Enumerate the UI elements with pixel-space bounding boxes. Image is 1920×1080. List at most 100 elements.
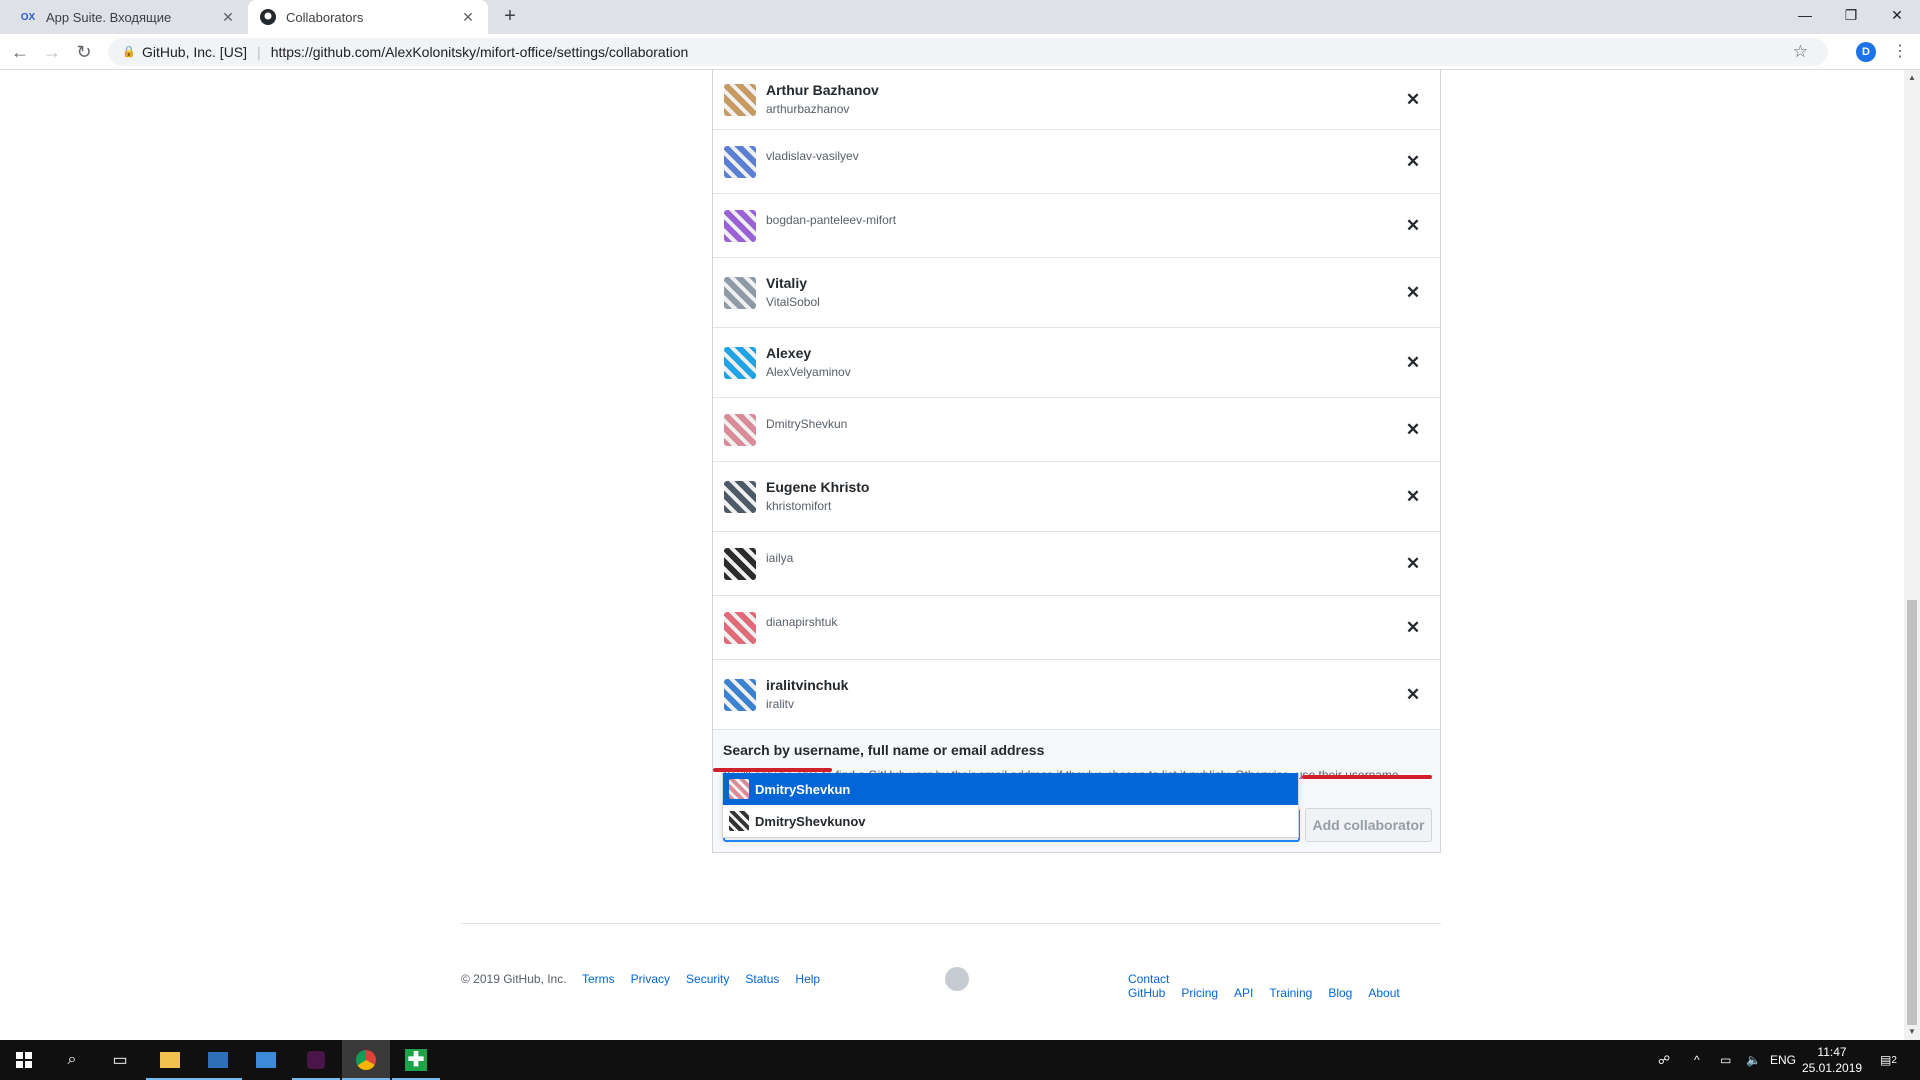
address-bar[interactable]: 🔒 GitHub, Inc. [US] | https://github.com… <box>108 38 1828 66</box>
add-collaborator-button[interactable]: Add collaborator <box>1305 808 1432 842</box>
people-icon[interactable]: ☍ <box>1658 1040 1670 1080</box>
back-icon[interactable]: ← <box>8 40 32 64</box>
remove-collaborator-icon[interactable]: ✕ <box>1404 618 1422 637</box>
avatar[interactable] <box>724 678 756 711</box>
collaborator-full-name[interactable]: Alexey <box>766 344 1440 363</box>
annotation-underline <box>713 768 832 772</box>
remove-collaborator-icon[interactable]: ✕ <box>1404 353 1422 372</box>
avatar[interactable] <box>724 276 756 309</box>
footer-link[interactable]: Terms <box>582 972 615 986</box>
scroll-thumb[interactable] <box>1907 600 1917 1025</box>
profile-avatar[interactable]: D <box>1856 42 1876 62</box>
collaborator-login[interactable]: arthurbazhanov <box>766 100 1440 118</box>
footer-link[interactable]: Training <box>1269 986 1312 1000</box>
collaborator-full-name[interactable]: iralitvinchuk <box>766 676 1440 695</box>
divider: | <box>257 44 261 60</box>
avatar[interactable] <box>724 83 756 116</box>
forward-icon[interactable]: → <box>40 40 64 64</box>
collaborator-row: DmitryShevkun ✕ <box>713 398 1440 462</box>
avatar[interactable] <box>724 413 756 446</box>
footer-link[interactable]: Status <box>745 972 779 986</box>
notifications-icon[interactable]: ▤ 2 <box>1880 1040 1897 1080</box>
task-view-icon[interactable]: ▭ <box>96 1040 144 1080</box>
collaborator-login[interactable]: iralitv <box>766 695 1440 713</box>
collaborator-full-name[interactable]: Vitaliy <box>766 274 1440 293</box>
remove-collaborator-icon[interactable]: ✕ <box>1404 216 1422 235</box>
clock[interactable]: 11:47 25.01.2019 <box>1802 1044 1862 1076</box>
autocomplete-item[interactable]: DmitryShevkunov <box>723 805 1298 837</box>
scroll-down-icon[interactable]: ▼ <box>1904 1024 1920 1040</box>
collaborator-login[interactable]: VitalSobol <box>766 293 1440 311</box>
avatar[interactable] <box>724 611 756 644</box>
window-close-button[interactable]: ✕ <box>1874 0 1920 30</box>
footer-link[interactable]: API <box>1234 986 1253 1000</box>
footer-link[interactable]: Security <box>686 972 729 986</box>
close-icon[interactable]: ✕ <box>220 9 236 25</box>
start-windows-icon[interactable] <box>0 1040 48 1080</box>
autocomplete-item[interactable]: DmitryShevkun <box>723 773 1298 805</box>
tab-app-suite[interactable]: OX App Suite. Входящие ✕ <box>8 0 248 34</box>
network-icon[interactable]: ▭ <box>1720 1040 1731 1080</box>
avatar <box>729 811 749 831</box>
remove-collaborator-icon[interactable]: ✕ <box>1404 487 1422 506</box>
remove-collaborator-icon[interactable]: ✕ <box>1404 90 1422 109</box>
browser-toolbar: ← → ↻ 🔒 GitHub, Inc. [US] | https://gith… <box>0 34 1920 70</box>
remove-collaborator-icon[interactable]: ✕ <box>1404 685 1422 704</box>
collaborator-login[interactable]: AlexVelyaminov <box>766 363 1440 381</box>
tab-collaborators[interactable]: Collaborators ✕ <box>248 0 488 34</box>
volume-icon[interactable]: 🔈 <box>1746 1040 1761 1080</box>
remove-collaborator-icon[interactable]: ✕ <box>1404 283 1422 302</box>
collaborator-login[interactable]: khristomifort <box>766 497 1440 515</box>
collaborator-names: Arthur Bazhanov arthurbazhanov <box>766 81 1440 118</box>
collaborator-names: Eugene Khristo khristomifort <box>766 478 1440 515</box>
github-logo-icon[interactable] <box>945 967 969 991</box>
avatar[interactable] <box>724 346 756 379</box>
collaborator-row: Eugene Khristo khristomifort ✕ <box>713 462 1440 532</box>
footer-link[interactable]: Privacy <box>631 972 670 986</box>
powershell-icon[interactable] <box>194 1040 242 1080</box>
scroll-up-icon[interactable]: ▲ <box>1904 70 1920 86</box>
remove-collaborator-icon[interactable]: ✕ <box>1404 152 1422 171</box>
collaborator-login[interactable]: DmitryShevkun <box>766 415 1440 433</box>
restore-button[interactable]: ❐ <box>1828 0 1874 30</box>
file-explorer-icon[interactable] <box>146 1040 194 1080</box>
reload-icon[interactable]: ↻ <box>72 40 96 64</box>
green-cross-app-icon[interactable]: ✚ <box>392 1040 440 1080</box>
chrome-icon[interactable] <box>342 1040 390 1080</box>
github-icon <box>260 9 276 25</box>
collaborator-login[interactable]: iailya <box>766 549 1440 567</box>
collaborator-names: Vitaliy VitalSobol <box>766 274 1440 311</box>
avatar[interactable] <box>724 480 756 513</box>
remove-collaborator-icon[interactable]: ✕ <box>1404 554 1422 573</box>
input-language[interactable]: ENG <box>1770 1040 1796 1080</box>
avatar[interactable] <box>724 145 756 178</box>
tab-title: App Suite. Входящие <box>46 9 172 25</box>
avatar[interactable] <box>724 547 756 580</box>
powershell-ise-icon[interactable] <box>242 1040 290 1080</box>
minimize-button[interactable]: — <box>1782 0 1828 30</box>
footer-link[interactable]: Contact GitHub <box>1128 972 1169 1000</box>
page-scrollbar[interactable]: ▲ ▼ <box>1904 70 1920 1040</box>
collaborator-login[interactable]: dianapirshtuk <box>766 613 1440 631</box>
collaborator-login[interactable]: bogdan-panteleev-mifort <box>766 211 1440 229</box>
collaborator-login[interactable]: vladislav-vasilyev <box>766 147 1440 165</box>
footer-link[interactable]: Blog <box>1328 986 1352 1000</box>
slack-icon[interactable] <box>292 1040 340 1080</box>
close-icon[interactable]: ✕ <box>460 9 476 25</box>
collaborator-names: iralitvinchuk iralitv <box>766 676 1440 713</box>
ox-favicon-icon: OX <box>20 11 36 23</box>
collaborator-full-name[interactable]: Arthur Bazhanov <box>766 81 1440 100</box>
collaborator-row: iailya ✕ <box>713 532 1440 596</box>
new-tab-button[interactable]: + <box>498 5 522 29</box>
kebab-menu-icon[interactable]: ⋮ <box>1890 42 1910 62</box>
footer-link[interactable]: Help <box>795 972 820 986</box>
footer-link[interactable]: About <box>1368 986 1399 1000</box>
avatar[interactable] <box>724 209 756 242</box>
search-icon[interactable]: ⌕ <box>48 1040 96 1080</box>
footer-link[interactable]: Pricing <box>1181 986 1218 1000</box>
bookmark-star-icon[interactable]: ☆ <box>1793 42 1808 62</box>
collaborator-full-name[interactable]: Eugene Khristo <box>766 478 1440 497</box>
tray-chevron-icon[interactable]: ^ <box>1694 1040 1700 1080</box>
remove-collaborator-icon[interactable]: ✕ <box>1404 420 1422 439</box>
collaborator-row: iralitvinchuk iralitv ✕ <box>713 660 1440 730</box>
